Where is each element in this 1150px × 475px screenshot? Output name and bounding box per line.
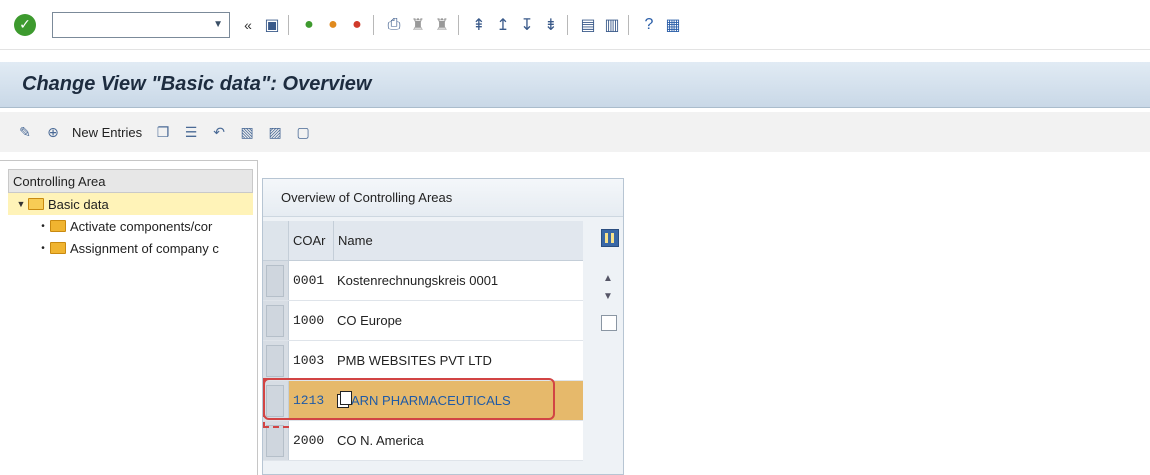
deselect-all-icon[interactable]: ▢ bbox=[294, 123, 312, 141]
double-left-icon[interactable]: « bbox=[238, 15, 258, 35]
enter-icon[interactable]: ✓ bbox=[14, 13, 36, 36]
title-bar: Change View "Basic data": Overview bbox=[0, 62, 1150, 108]
table-row[interactable]: 2000 CO N. America bbox=[263, 421, 583, 461]
tree-header: Controlling Area bbox=[8, 169, 253, 193]
display-change-icon[interactable]: ✎ bbox=[16, 123, 34, 141]
column-settings-icon[interactable] bbox=[601, 229, 619, 247]
table-grid: COAr Name 0001 Kostenrechnungskreis 0001… bbox=[263, 221, 583, 461]
command-field[interactable]: ▼ bbox=[52, 11, 230, 38]
toolbar-separator bbox=[458, 14, 459, 35]
tree-node-label: Basic data bbox=[48, 196, 109, 212]
undo-change-icon[interactable]: ↶ bbox=[210, 123, 228, 141]
tree-node-label: Activate components/cor bbox=[70, 218, 213, 234]
exit-icon[interactable]: ● bbox=[323, 15, 343, 35]
table-row[interactable]: 1000 CO Europe bbox=[263, 301, 583, 341]
row-selector[interactable] bbox=[266, 305, 284, 337]
table-row[interactable]: 0001 Kostenrechnungskreis 0001 bbox=[263, 261, 583, 301]
row-selector-cell bbox=[263, 421, 289, 460]
first-page-icon[interactable]: ⇞ bbox=[469, 15, 489, 35]
cell-coar[interactable]: 0001 bbox=[289, 273, 333, 288]
system-toolbar: ✓ ▼ « ▣ ● ● ● ⎙ ♜ ♜ ⇞ ↥ ↧ ⇟ ▤ ▥ ? ▦ bbox=[0, 0, 1150, 50]
row-selector-cell bbox=[263, 381, 289, 420]
shortcut-icon[interactable]: ▥ bbox=[602, 15, 622, 35]
select-all-icon[interactable]: ▧ bbox=[238, 123, 256, 141]
last-page-icon[interactable]: ⇟ bbox=[541, 15, 561, 35]
row-selector[interactable] bbox=[266, 265, 284, 297]
scroll-down-icon[interactable]: ▼ bbox=[603, 291, 613, 302]
table-title: Overview of Controlling Areas bbox=[263, 179, 623, 217]
dialog-structure-tree: Controlling Area ▼ Basic data • Activate… bbox=[0, 160, 258, 475]
print-icon[interactable]: ⎙ bbox=[384, 15, 404, 35]
tree-node-activate-components[interactable]: • Activate components/cor bbox=[0, 215, 257, 237]
toolbar-separator bbox=[567, 14, 568, 35]
table-header: COAr Name bbox=[263, 221, 583, 261]
select-block-icon[interactable]: ▨ bbox=[266, 123, 284, 141]
find-icon[interactable]: ♜ bbox=[408, 15, 428, 35]
row-selector-cell bbox=[263, 301, 289, 340]
row-selector[interactable] bbox=[266, 425, 284, 457]
cell-name[interactable]: ARN PHARMACEUTICALS bbox=[333, 381, 583, 420]
cell-coar[interactable]: 1213 bbox=[289, 393, 333, 408]
controlling-areas-table: Overview of Controlling Areas COAr Name … bbox=[262, 178, 624, 475]
other-view-icon[interactable]: ⊕ bbox=[44, 123, 62, 141]
row-selector-cell bbox=[263, 261, 289, 300]
cell-name-text: ARN PHARMACEUTICALS bbox=[351, 393, 511, 408]
toolbar-separator bbox=[373, 14, 374, 35]
command-input[interactable] bbox=[55, 13, 214, 36]
select-all-column[interactable] bbox=[263, 221, 289, 260]
tree-node-assignment-company[interactable]: • Assignment of company c bbox=[0, 237, 257, 259]
cancel-icon[interactable]: ● bbox=[347, 15, 367, 35]
dropdown-icon[interactable]: ▼ bbox=[213, 19, 223, 30]
scroll-up-icon[interactable]: ▲ bbox=[603, 273, 613, 284]
help-icon[interactable]: ? bbox=[639, 15, 659, 35]
cell-name[interactable]: PMB WEBSITES PVT LTD bbox=[333, 341, 583, 380]
column-header-coar[interactable]: COAr bbox=[289, 233, 333, 248]
previous-page-icon[interactable]: ↥ bbox=[493, 15, 513, 35]
cell-name[interactable]: CO Europe bbox=[333, 301, 583, 340]
folder-open-icon bbox=[28, 198, 44, 210]
cell-name[interactable]: Kostenrechnungskreis 0001 bbox=[333, 261, 583, 300]
new-session-icon[interactable]: ▤ bbox=[578, 15, 598, 35]
new-entries-button[interactable]: New Entries bbox=[72, 125, 142, 140]
layout-icon[interactable]: ▦ bbox=[663, 15, 683, 35]
folder-icon bbox=[50, 242, 66, 254]
tree-node-basic-data[interactable]: ▼ Basic data bbox=[8, 193, 253, 215]
bullet-icon: • bbox=[41, 220, 45, 232]
expand-triangle-icon[interactable]: ▼ bbox=[14, 199, 28, 209]
scroll-handle[interactable] bbox=[601, 315, 617, 331]
row-selector[interactable] bbox=[266, 345, 284, 377]
folder-icon bbox=[50, 220, 66, 232]
column-header-name[interactable]: Name bbox=[333, 221, 583, 260]
row-selector-cell bbox=[263, 341, 289, 380]
save-icon[interactable]: ▣ bbox=[262, 15, 282, 35]
page-title: Change View "Basic data": Overview bbox=[22, 73, 372, 95]
next-page-icon[interactable]: ↧ bbox=[517, 15, 537, 35]
toolbar-separator bbox=[288, 14, 289, 35]
copy-icon bbox=[337, 390, 352, 408]
tree-node-label: Assignment of company c bbox=[70, 240, 219, 256]
cell-coar[interactable]: 2000 bbox=[289, 433, 333, 448]
back-icon[interactable]: ● bbox=[299, 15, 319, 35]
cell-name[interactable]: CO N. America bbox=[333, 421, 583, 460]
toolbar-separator bbox=[628, 14, 629, 35]
row-selector[interactable] bbox=[266, 385, 284, 417]
copy-as-icon[interactable]: ❐ bbox=[154, 123, 172, 141]
application-toolbar: ✎ ⊕ New Entries ❐ ☰ ↶ ▧ ▨ ▢ bbox=[0, 112, 1150, 152]
cell-coar[interactable]: 1003 bbox=[289, 353, 333, 368]
table-row-highlighted[interactable]: 1213 ARN PHARMACEUTICALS bbox=[263, 381, 583, 421]
cell-coar[interactable]: 1000 bbox=[289, 313, 333, 328]
table-row[interactable]: 1003 PMB WEBSITES PVT LTD bbox=[263, 341, 583, 381]
find-next-icon[interactable]: ♜ bbox=[432, 15, 452, 35]
delete-icon[interactable]: ☰ bbox=[182, 123, 200, 141]
bullet-icon: • bbox=[41, 242, 45, 254]
